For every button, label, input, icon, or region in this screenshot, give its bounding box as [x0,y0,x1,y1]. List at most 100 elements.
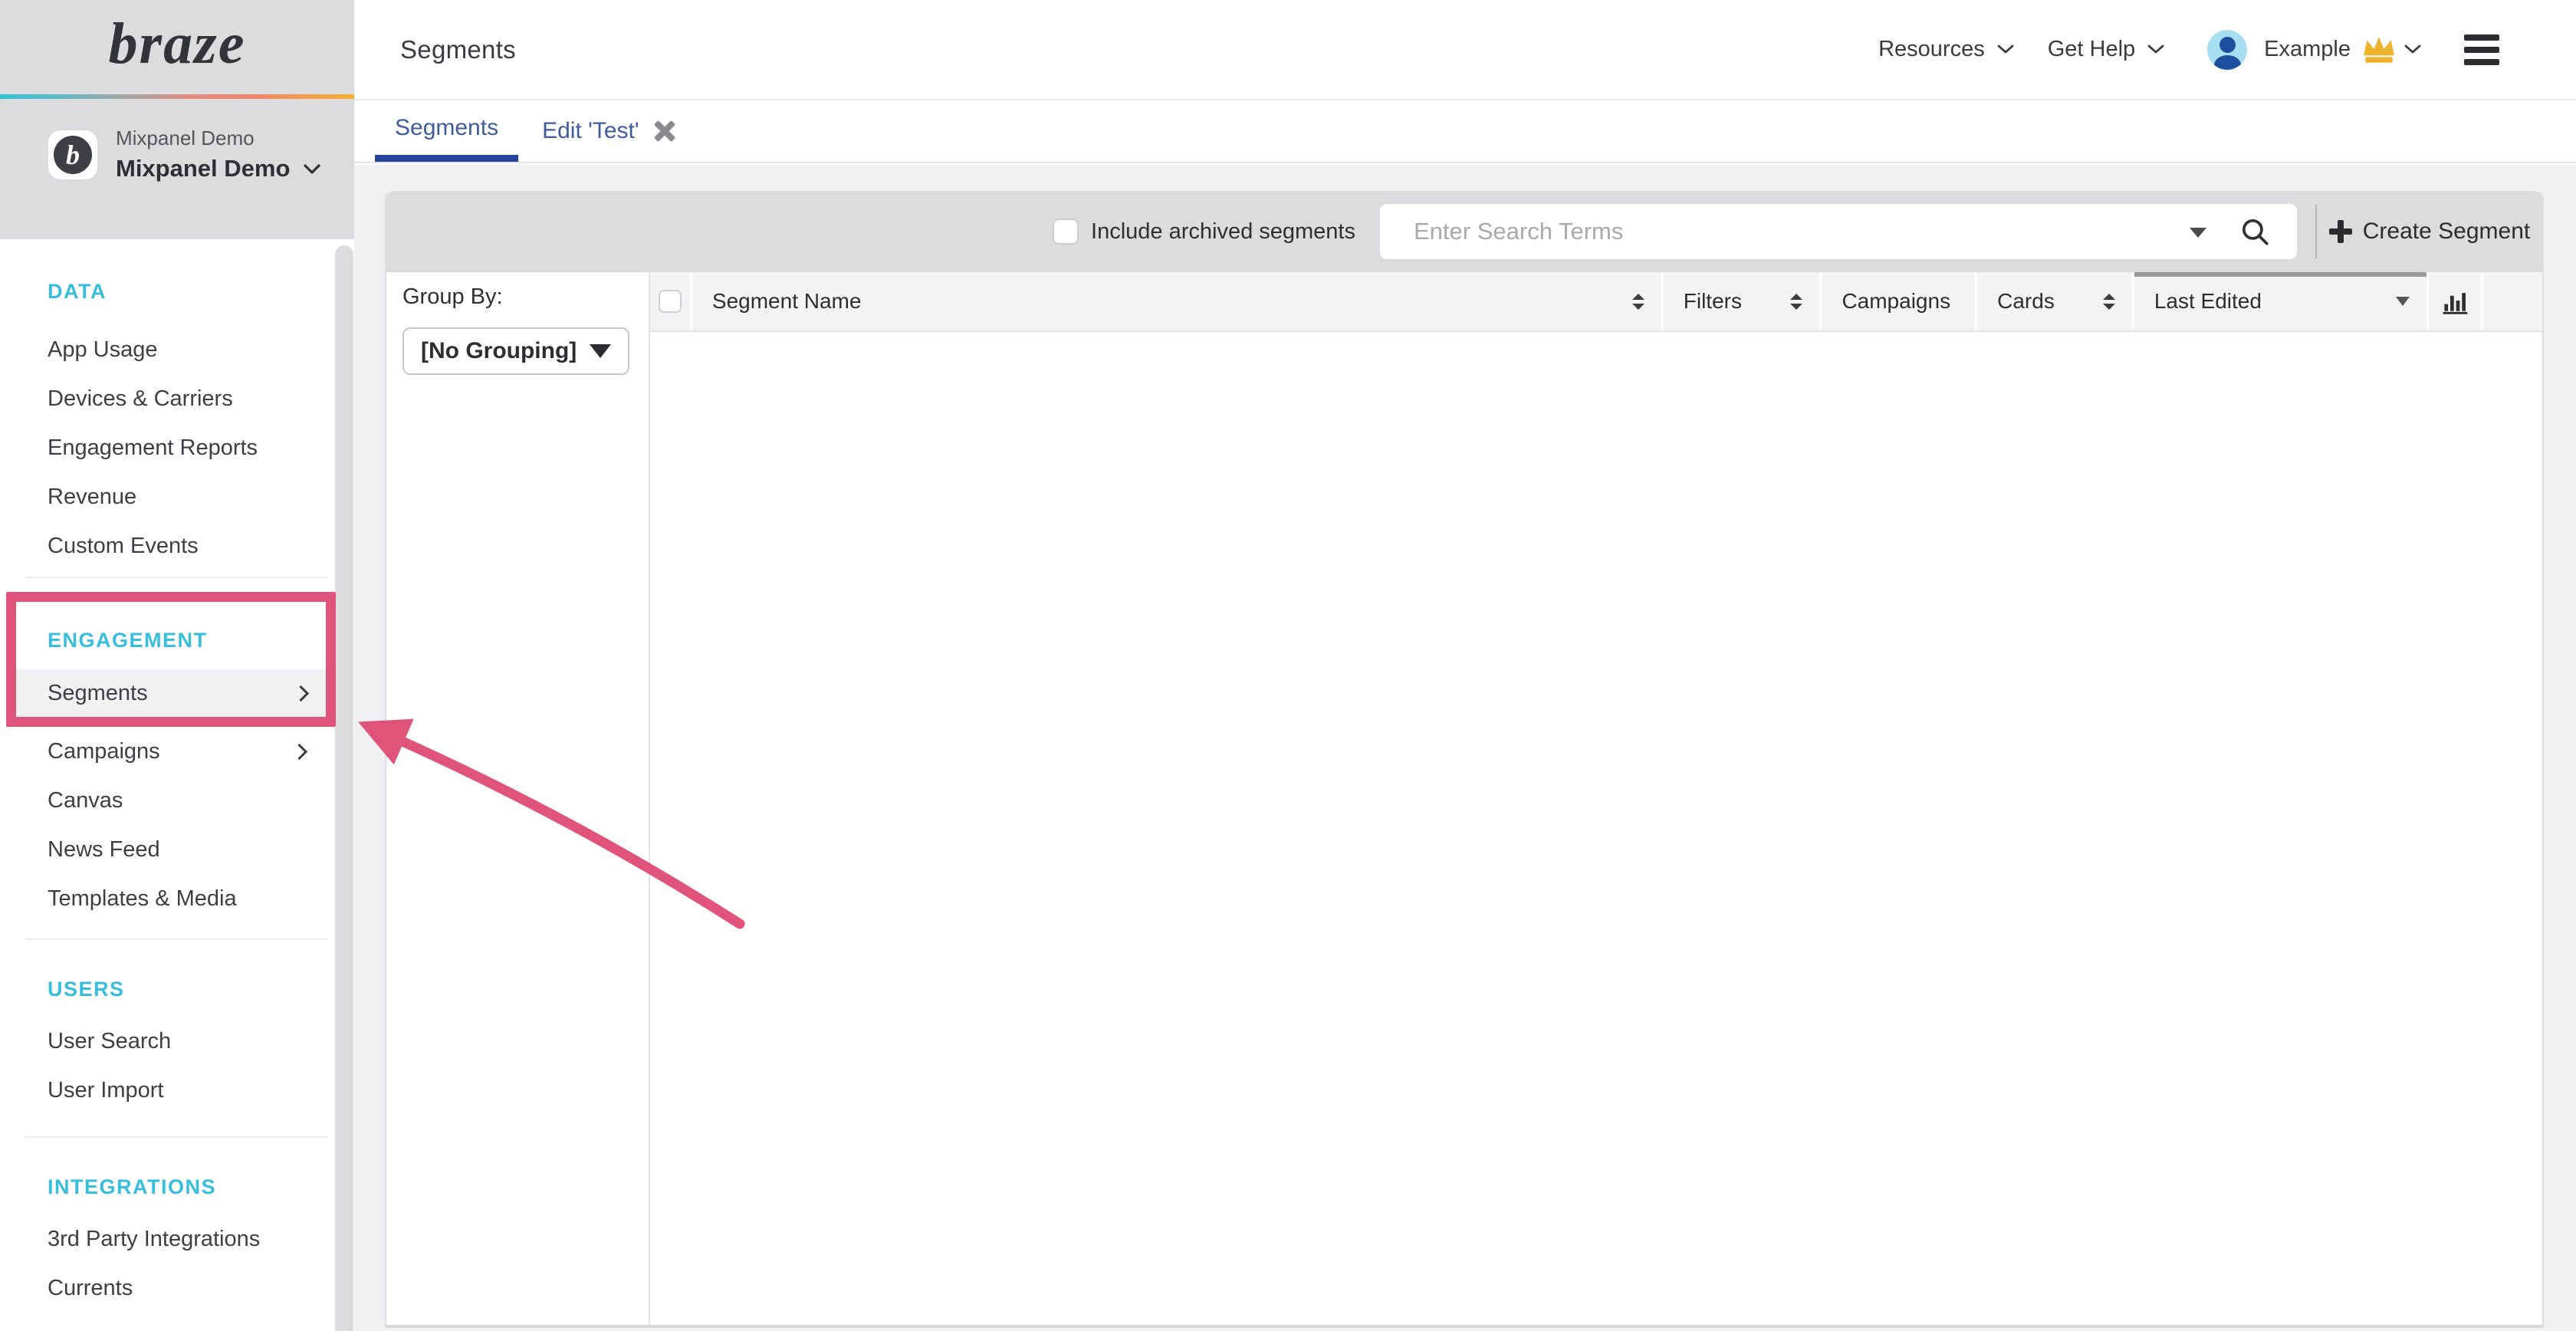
sidebar-item-label: User Search [48,1029,171,1053]
sort-icon[interactable] [1790,294,1802,310]
column-header-campaigns[interactable]: Campaigns [1819,272,1975,330]
sidebar-item-devices-carriers[interactable]: Devices & Carriers [0,374,337,423]
sidebar-heading-integrations: INTEGRATIONS [0,1172,337,1202]
panel-lower: Group By: [No Grouping] Segment [386,272,2542,1325]
sidebar-item-label: Templates & Media [48,886,237,911]
sidebar-item-label: 3rd Party Integrations [48,1227,260,1251]
sidebar-item-label: Custom Events [48,534,199,558]
get-help-menu[interactable]: Get Help [2048,37,2164,62]
sidebar-item-label: News Feed [48,837,160,862]
select-all-checkbox[interactable] [659,290,682,313]
sidebar-item-news-feed[interactable]: News Feed [0,825,337,874]
group-by-pane: Group By: [No Grouping] [386,272,650,1325]
user-avatar[interactable] [2207,30,2247,70]
brand-gradient-divider [0,94,354,99]
column-header-filters[interactable]: Filters [1661,272,1820,330]
column-header-last-edited[interactable]: Last Edited [2132,272,2426,330]
column-label: Filters [1684,289,1742,314]
content-background: Include archived segments Create Segment [354,165,2576,1331]
chevron-down-icon [1997,44,2014,54]
sidebar-item-label: Segments [48,681,148,705]
filter-bar: Include archived segments Create Segment [386,191,2542,272]
include-archived-checkbox[interactable] [1053,219,1079,245]
group-by-label: Group By: [402,283,649,311]
sidebar-item-label: Currents [48,1276,133,1300]
close-tab-icon[interactable] [653,120,676,143]
sidebar-item-campaigns[interactable]: Campaigns [0,727,337,776]
sidebar-divider [25,577,327,578]
segments-panel: Include archived segments Create Segment [385,191,2544,1328]
user-name: Example [2264,37,2351,62]
sidebar-item-label: User Import [48,1078,163,1103]
create-segment-button[interactable]: Create Segment [2317,191,2542,272]
chevron-right-icon [291,744,307,760]
sidebar-nav: DATA App Usage Devices & Carriers Engage… [0,239,337,1313]
sidebar-item-label: Revenue [48,485,136,509]
workspace-logo-letter: b [54,136,92,174]
column-label: Campaigns [1842,289,1950,314]
hamburger-menu-icon[interactable] [2464,35,2499,65]
sort-icon[interactable] [2103,294,2115,310]
sidebar-item-revenue[interactable]: Revenue [0,472,337,521]
sidebar-item-label: Engagement Reports [48,435,258,460]
sort-icon[interactable] [1632,294,1644,310]
sidebar-item-custom-events[interactable]: Custom Events [0,521,337,570]
sidebar-item-currents[interactable]: Currents [0,1264,337,1313]
avatar-person-icon [2220,37,2236,53]
page-title: Segments [400,35,516,64]
search-icon[interactable] [2239,215,2271,248]
sidebar: braze b Mixpanel Demo Mixpanel Demo DATA… [0,0,354,1331]
sidebar-item-segments[interactable]: Segments [16,669,326,717]
workspace-selector[interactable]: b Mixpanel Demo Mixpanel Demo [48,127,320,182]
sidebar-divider [25,938,327,940]
column-label: Cards [1997,289,2055,314]
sidebar-item-app-usage[interactable]: App Usage [0,325,337,374]
sidebar-scrollbar[interactable] [335,245,353,1331]
select-all-cell [650,272,690,330]
crown-icon [2361,35,2397,65]
sidebar-item-engagement-reports[interactable]: Engagement Reports [0,423,337,472]
select-caret-icon [590,344,611,358]
tab-segments[interactable]: Segments [375,100,518,162]
sidebar-item-user-search[interactable]: User Search [0,1017,337,1066]
tab-edit-test[interactable]: Edit 'Test' [542,100,676,162]
workspace-app-group-name: Mixpanel Demo [116,155,290,182]
get-help-label: Get Help [2048,37,2135,62]
annotation-highlight-box: ENGAGEMENT Segments [6,592,336,727]
sidebar-header: braze b Mixpanel Demo Mixpanel Demo [0,0,354,239]
top-bar-right: Resources Get Help Example [1878,30,2499,70]
workspace-text: Mixpanel Demo Mixpanel Demo [116,127,320,182]
sidebar-item-canvas[interactable]: Canvas [0,776,337,825]
table-body-empty [650,332,2542,1325]
group-by-value: [No Grouping] [421,338,577,364]
sidebar-heading-engagement: ENGAGEMENT [16,625,326,656]
sort-desc-icon[interactable] [2396,297,2410,306]
search-dropdown-caret-icon[interactable] [2190,228,2206,238]
search-box [1380,204,2297,259]
search-input[interactable] [1380,204,2297,259]
sidebar-item-templates-media[interactable]: Templates & Media [0,874,337,923]
plus-icon [2329,220,2352,243]
resources-menu[interactable]: Resources [1878,37,2014,62]
column-header-empty [2481,272,2542,330]
sidebar-item-3rd-party-integrations[interactable]: 3rd Party Integrations [0,1214,337,1264]
braze-dashboard: braze b Mixpanel Demo Mixpanel Demo DATA… [0,0,2576,1331]
sidebar-divider [25,1136,327,1138]
chevron-down-icon [2147,44,2164,54]
chevron-down-icon[interactable] [2404,44,2421,54]
sidebar-heading-users: USERS [0,974,337,1004]
group-by-select[interactable]: [No Grouping] [402,327,629,375]
tab-label: Segments [395,115,498,141]
sidebar-item-label: App Usage [48,337,158,362]
column-header-cards[interactable]: Cards [1975,272,2132,330]
chevron-right-icon [293,685,309,702]
sidebar-heading-data: DATA [0,276,337,307]
sidebar-item-label: Canvas [48,788,123,813]
sidebar-item-user-import[interactable]: User Import [0,1066,337,1115]
braze-logo[interactable]: braze [0,11,354,77]
chevron-down-icon [304,164,320,174]
sidebar-item-label: Campaigns [48,739,160,764]
sorted-column-indicator [2134,272,2426,277]
column-header-analytics[interactable] [2426,272,2481,330]
column-header-segment-name[interactable]: Segment Name [690,272,1661,330]
